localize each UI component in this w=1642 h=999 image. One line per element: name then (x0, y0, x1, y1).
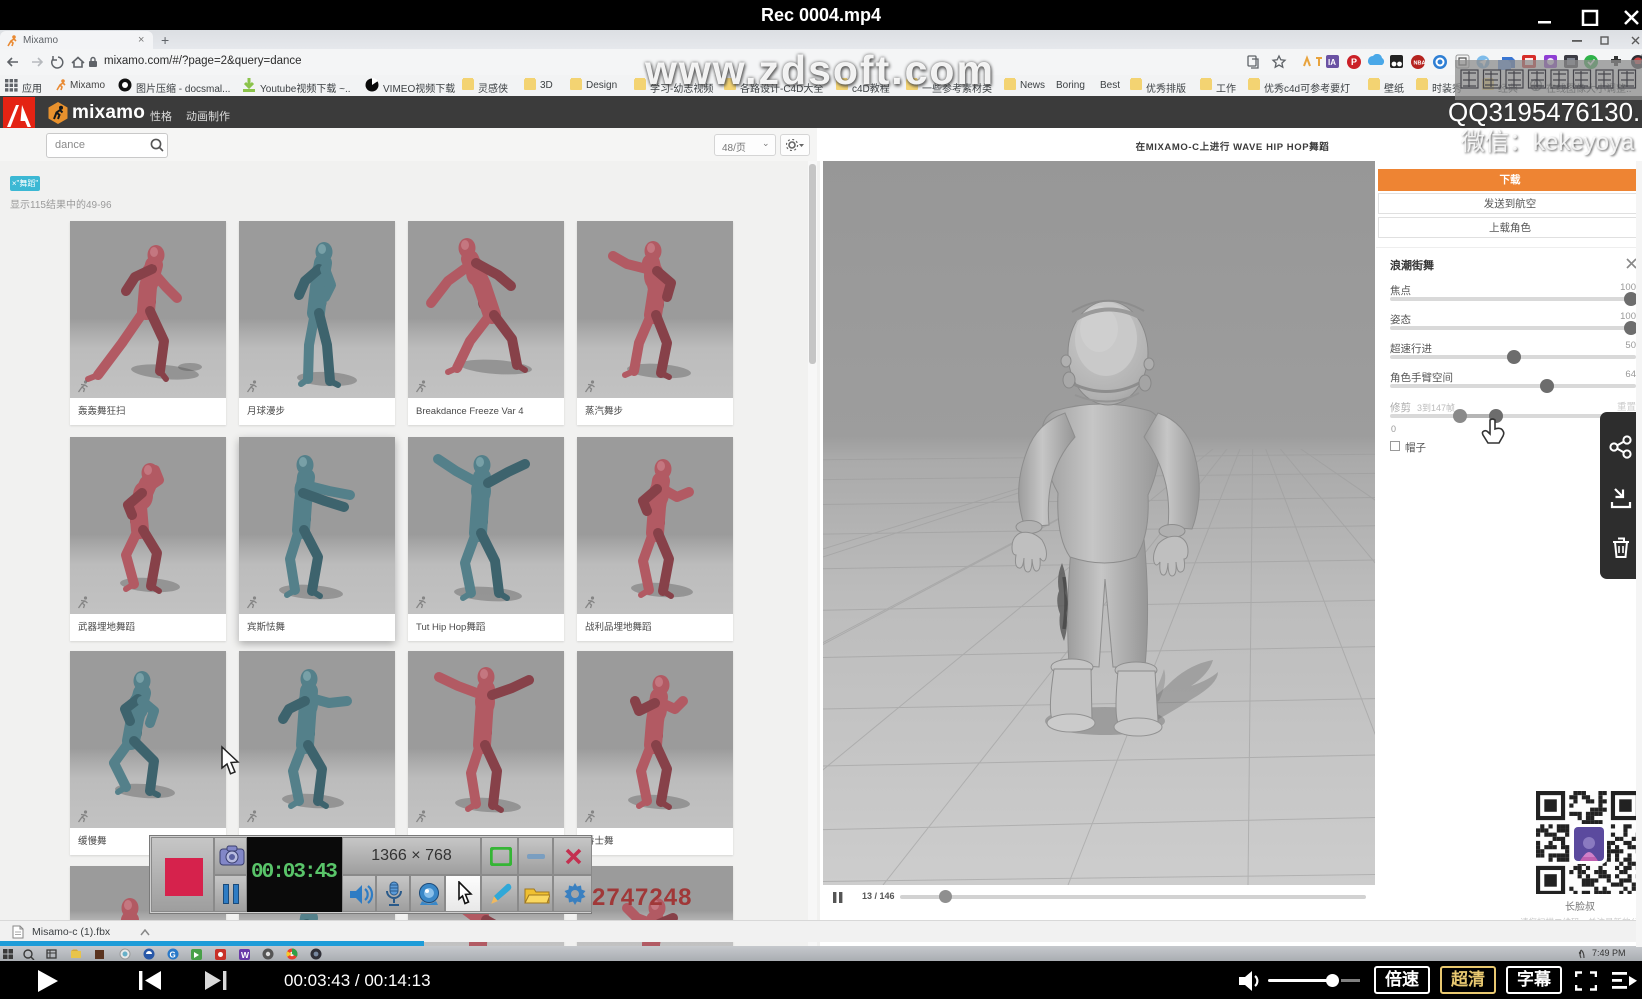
svg-text:G: G (170, 951, 176, 960)
svg-text:P: P (1351, 57, 1357, 67)
svg-text:NBA: NBA (1414, 61, 1426, 67)
svg-text:W: W (241, 950, 250, 960)
svg-text:IA: IA (1328, 58, 1336, 67)
